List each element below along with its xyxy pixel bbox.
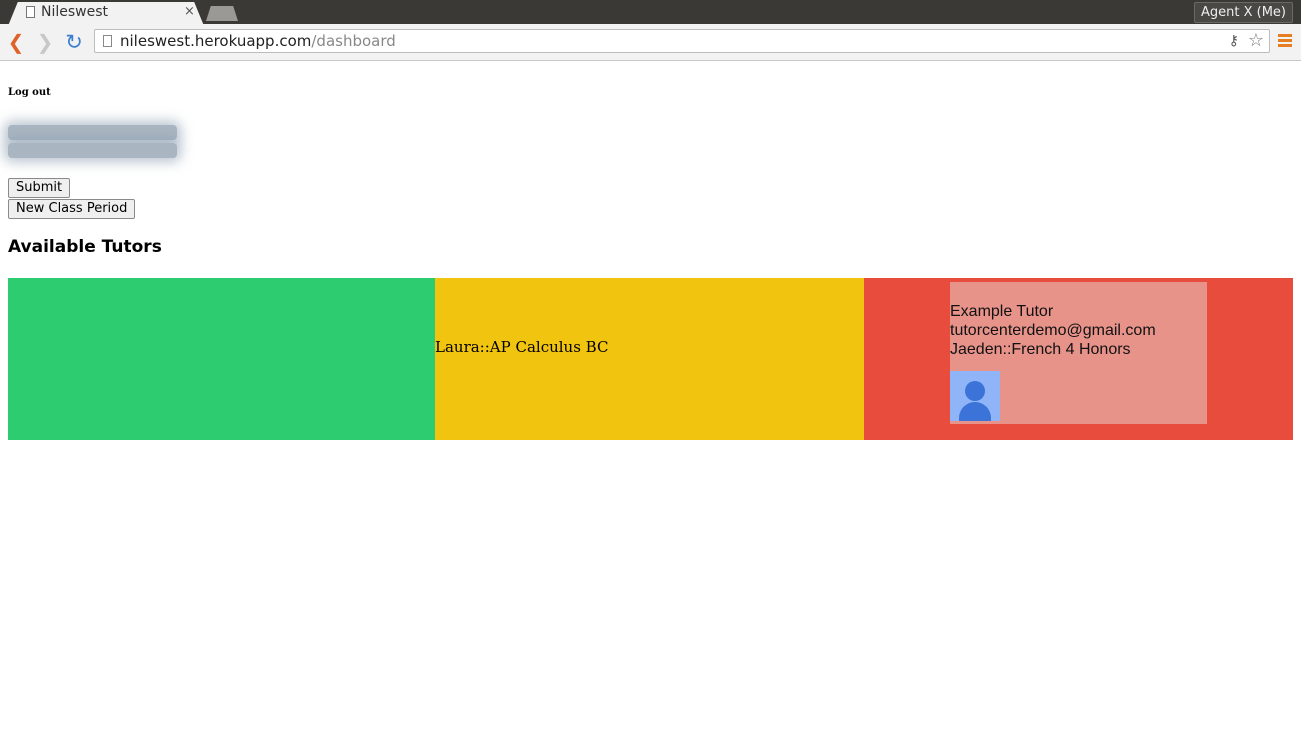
- tutor-session: Jaeden::French 4 Honors: [950, 341, 1131, 358]
- browser-toolbar: ❮ ❯ ↻ nileswest.herokuapp.com/dashboard …: [0, 24, 1301, 61]
- tutor-column-red: Example Tutor tutorcenterdemo@gmail.com …: [864, 278, 1293, 440]
- available-tutors-heading: Available Tutors: [8, 237, 162, 257]
- logout-link[interactable]: Log out: [8, 87, 51, 98]
- page-icon: [103, 35, 112, 47]
- tutors-panel: Laura::AP Calculus BC Example Tutor tuto…: [8, 278, 1293, 440]
- new-tab-button[interactable]: [206, 6, 238, 21]
- browser-menu-icon[interactable]: [1278, 34, 1292, 49]
- page-favicon-icon: [26, 6, 35, 18]
- tab-title: Nileswest: [41, 4, 109, 20]
- reload-icon[interactable]: ↻: [63, 31, 85, 53]
- new-class-period-button[interactable]: New Class Period: [8, 199, 136, 219]
- tab-close-icon[interactable]: ×: [184, 4, 195, 19]
- tutor-card[interactable]: Example Tutor tutorcenterdemo@gmail.com …: [950, 282, 1207, 424]
- tutor-column-yellow: Laura::AP Calculus BC: [435, 278, 864, 440]
- bookmark-star-icon[interactable]: ☆: [1248, 30, 1264, 51]
- tutor-session-text: Laura::AP Calculus BC: [435, 338, 609, 356]
- avatar-icon: [950, 371, 1000, 421]
- key-icon[interactable]: ⚷: [1229, 33, 1239, 49]
- blurred-field: [8, 125, 177, 140]
- back-arrow-icon[interactable]: ❮: [5, 31, 27, 53]
- forward-arrow-icon[interactable]: ❯: [34, 31, 56, 53]
- avatar-body: [959, 402, 991, 421]
- blurred-field: [8, 143, 177, 158]
- tutor-name: Example Tutor: [950, 303, 1054, 320]
- tutor-email: tutorcenterdemo@gmail.com: [950, 322, 1156, 339]
- profile-button[interactable]: Agent X (Me): [1193, 2, 1293, 23]
- browser-tab-strip: Nileswest × Agent X (Me): [0, 0, 1301, 26]
- url-host: nileswest.herokuapp.com: [120, 32, 312, 50]
- tutor-column-green: [8, 278, 435, 440]
- avatar-head: [965, 381, 985, 401]
- address-bar[interactable]: nileswest.herokuapp.com/dashboard ⚷ ☆: [94, 29, 1270, 53]
- url-path: /dashboard: [311, 32, 396, 50]
- submit-button[interactable]: Submit: [8, 178, 71, 198]
- url-text: nileswest.herokuapp.com/dashboard: [120, 32, 396, 50]
